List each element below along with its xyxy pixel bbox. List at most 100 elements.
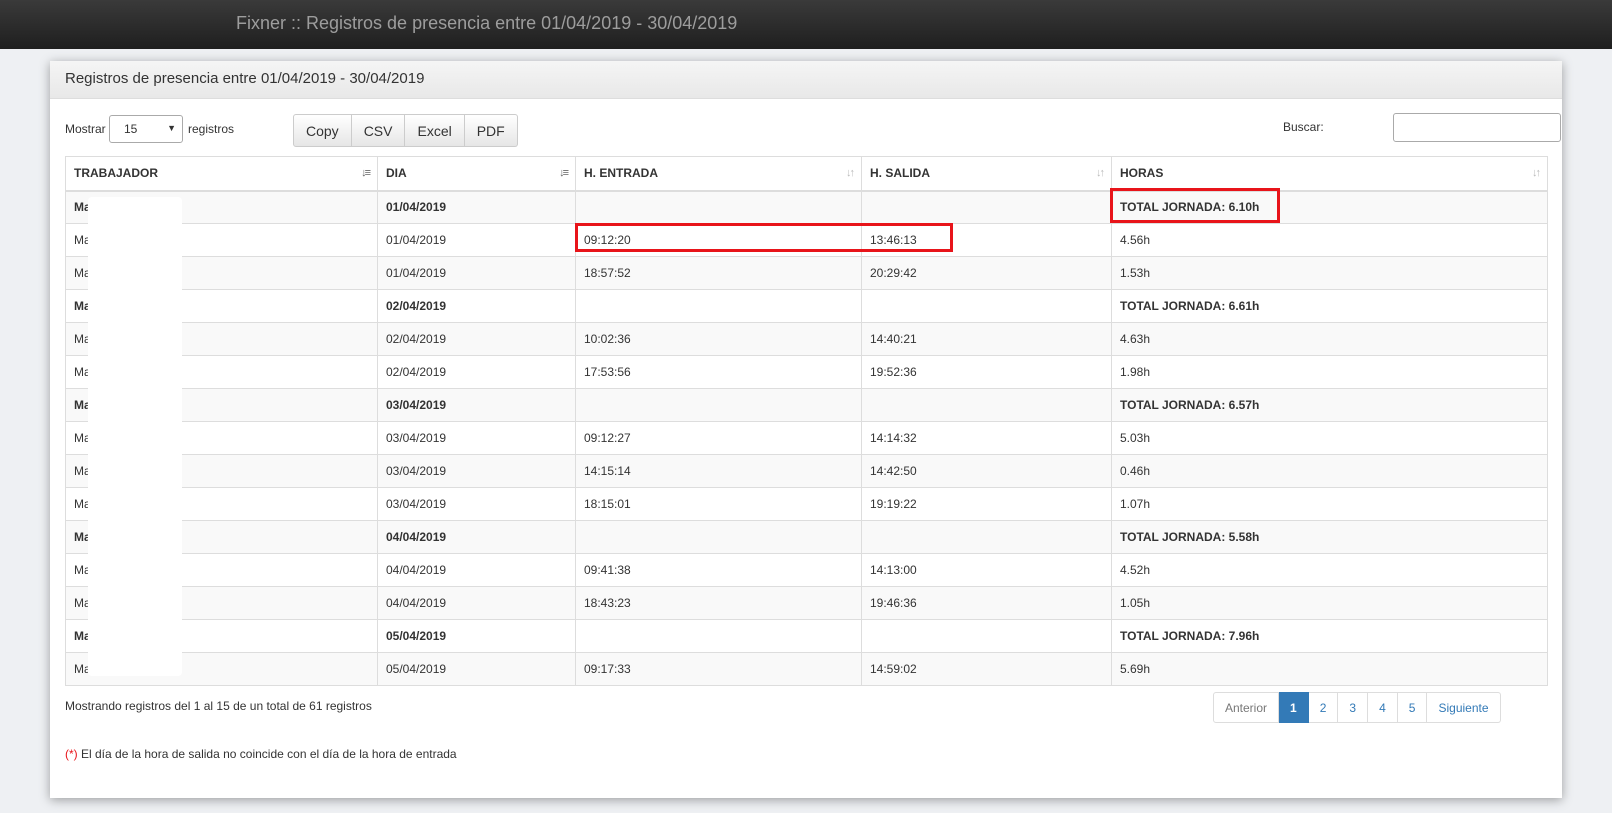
- table-row: Ma 02/04/2019 17:53:56 19:52:36 1.98h: [65, 355, 1548, 389]
- table-body: Ma 01/04/2019 TOTAL JORNADA: 6.10h Ma 01/04/…: [65, 190, 1548, 686]
- excel-button[interactable]: Excel: [405, 114, 465, 147]
- cell-horas: TOTAL JORNADA: 6.61h: [1111, 289, 1548, 323]
- pagination-page-5[interactable]: 5: [1397, 692, 1428, 723]
- cell-dia: 05/04/2019: [377, 652, 576, 686]
- top-navbar: Fixner :: Registros de presencia entre 0…: [0, 0, 1612, 49]
- cell-h-entrada: 09:12:20: [575, 223, 862, 257]
- cell-h-salida: 14:59:02: [861, 652, 1112, 686]
- cell-h-entrada: [575, 289, 862, 323]
- csv-button[interactable]: CSV: [351, 114, 406, 147]
- table-row: Ma 05/04/2019 TOTAL JORNADA: 7.96h: [65, 619, 1548, 653]
- cell-h-salida: [861, 388, 1112, 422]
- export-buttons: Copy CSV Excel PDF: [293, 114, 518, 147]
- table-row: Ma 04/04/2019 09:41:38 14:13:00 4.52h: [65, 553, 1548, 587]
- cell-h-salida: [861, 190, 1112, 224]
- cell-h-salida: [861, 520, 1112, 554]
- cell-horas: 1.53h: [1111, 256, 1548, 290]
- cell-h-entrada: 09:12:27: [575, 421, 862, 455]
- cell-h-entrada: [575, 190, 862, 224]
- cell-h-salida: 14:40:21: [861, 322, 1112, 356]
- cell-horas: TOTAL JORNADA: 6.10h: [1111, 190, 1548, 224]
- table-row: Ma 02/04/2019 10:02:36 14:40:21 4.63h: [65, 322, 1548, 356]
- table-row: Ma 03/04/2019 TOTAL JORNADA: 6.57h: [65, 388, 1548, 422]
- cell-h-salida: 14:14:32: [861, 421, 1112, 455]
- cell-h-salida: 19:46:36: [861, 586, 1112, 620]
- cell-h-salida: [861, 619, 1112, 653]
- pagination-page-2[interactable]: 2: [1308, 692, 1339, 723]
- table-row: Ma 02/04/2019 TOTAL JORNADA: 6.61h: [65, 289, 1548, 323]
- length-suffix-label: registros: [188, 122, 235, 136]
- cell-horas: TOTAL JORNADA: 6.57h: [1111, 388, 1548, 422]
- cell-h-entrada: 18:15:01: [575, 487, 862, 521]
- cell-h-salida: 14:13:00: [861, 553, 1112, 587]
- cell-dia: 05/04/2019: [377, 619, 576, 653]
- table-row: Ma 04/04/2019 18:43:23 19:46:36 1.05h: [65, 586, 1548, 620]
- cell-dia: 02/04/2019: [377, 289, 576, 323]
- pagination-page-4[interactable]: 4: [1368, 692, 1398, 723]
- pagination: Anterior 1 2 3 4 5 Siguiente: [1213, 692, 1501, 723]
- page-length-select[interactable]: 15 ▼: [109, 115, 183, 143]
- cell-dia: 04/04/2019: [377, 586, 576, 620]
- table-info: Mostrando registros del 1 al 15 de un to…: [65, 699, 372, 713]
- cell-h-salida: [861, 289, 1112, 323]
- cell-dia: 03/04/2019: [377, 388, 576, 422]
- col-header-dia[interactable]: DIA ↓≡: [377, 156, 576, 192]
- sort-ascending-icon: ↓≡: [361, 167, 371, 179]
- footnote: (*) El día de la hora de salida no coinc…: [65, 747, 457, 761]
- cell-h-salida: 20:29:42: [861, 256, 1112, 290]
- cell-dia: 01/04/2019: [377, 190, 576, 224]
- cell-h-entrada: [575, 619, 862, 653]
- cell-h-entrada: [575, 520, 862, 554]
- col-header-horas[interactable]: HORAS ↓↑: [1111, 156, 1548, 192]
- table-row: Ma 05/04/2019 09:17:33 14:59:02 5.69h: [65, 652, 1548, 686]
- attendance-panel: Registros de presencia entre 01/04/2019 …: [50, 61, 1562, 798]
- panel-heading: Registros de presencia entre 01/04/2019 …: [50, 61, 1562, 99]
- cell-horas: 5.69h: [1111, 652, 1548, 686]
- cell-horas: 1.07h: [1111, 487, 1548, 521]
- col-header-trabajador[interactable]: TRABAJADOR ↓≡: [65, 156, 378, 192]
- page-length-value: 15: [124, 122, 138, 136]
- cell-dia: 04/04/2019: [377, 520, 576, 554]
- search-input[interactable]: [1393, 113, 1561, 142]
- sort-both-icon: ↓↑: [1532, 167, 1541, 179]
- col-header-h-salida[interactable]: H. SALIDA ↓↑: [861, 156, 1112, 192]
- sort-both-icon: ↓↑: [1096, 167, 1105, 179]
- cell-dia: 01/04/2019: [377, 223, 576, 257]
- length-prefix-label: Mostrar: [65, 122, 106, 136]
- cell-dia: 03/04/2019: [377, 454, 576, 488]
- footnote-text: El día de la hora de salida no coincide …: [77, 747, 457, 761]
- cell-h-salida: 19:52:36: [861, 355, 1112, 389]
- redaction-overlay: [88, 197, 182, 676]
- table-row: Ma 03/04/2019 18:15:01 19:19:22 1.07h: [65, 487, 1548, 521]
- copy-button[interactable]: Copy: [293, 114, 352, 147]
- pdf-button[interactable]: PDF: [464, 114, 518, 147]
- cell-dia: 01/04/2019: [377, 256, 576, 290]
- sort-both-icon: ↓↑: [846, 167, 855, 179]
- col-header-h-entrada[interactable]: H. ENTRADA ↓↑: [575, 156, 862, 192]
- caret-down-icon: ▼: [167, 123, 176, 133]
- app-title[interactable]: Fixner :: Registros de presencia entre 0…: [236, 13, 737, 34]
- search-label: Buscar:: [1283, 120, 1324, 134]
- cell-h-entrada: 09:17:33: [575, 652, 862, 686]
- cell-h-entrada: 14:15:14: [575, 454, 862, 488]
- cell-h-entrada: 17:53:56: [575, 355, 862, 389]
- cell-h-entrada: [575, 388, 862, 422]
- cell-horas: TOTAL JORNADA: 7.96h: [1111, 619, 1548, 653]
- page-length-control: Mostrar 15 ▼ registros: [65, 115, 234, 143]
- table-row: Ma 03/04/2019 09:12:27 14:14:32 5.03h: [65, 421, 1548, 455]
- cell-horas: 4.56h: [1111, 223, 1548, 257]
- pagination-next-button[interactable]: Siguiente: [1427, 692, 1501, 723]
- cell-dia: 04/04/2019: [377, 553, 576, 587]
- cell-horas: TOTAL JORNADA: 5.58h: [1111, 520, 1548, 554]
- pagination-page-1[interactable]: 1: [1279, 692, 1309, 723]
- cell-horas: 0.46h: [1111, 454, 1548, 488]
- cell-horas: 4.52h: [1111, 553, 1548, 587]
- cell-h-entrada: 10:02:36: [575, 322, 862, 356]
- pagination-page-3[interactable]: 3: [1338, 692, 1369, 723]
- cell-dia: 02/04/2019: [377, 355, 576, 389]
- cell-h-salida: 13:46:13: [861, 223, 1112, 257]
- cell-horas: 4.63h: [1111, 322, 1548, 356]
- pagination-prev-button[interactable]: Anterior: [1213, 692, 1280, 723]
- table-row: Ma 04/04/2019 TOTAL JORNADA: 5.58h: [65, 520, 1548, 554]
- sort-ascending-icon: ↓≡: [559, 167, 569, 179]
